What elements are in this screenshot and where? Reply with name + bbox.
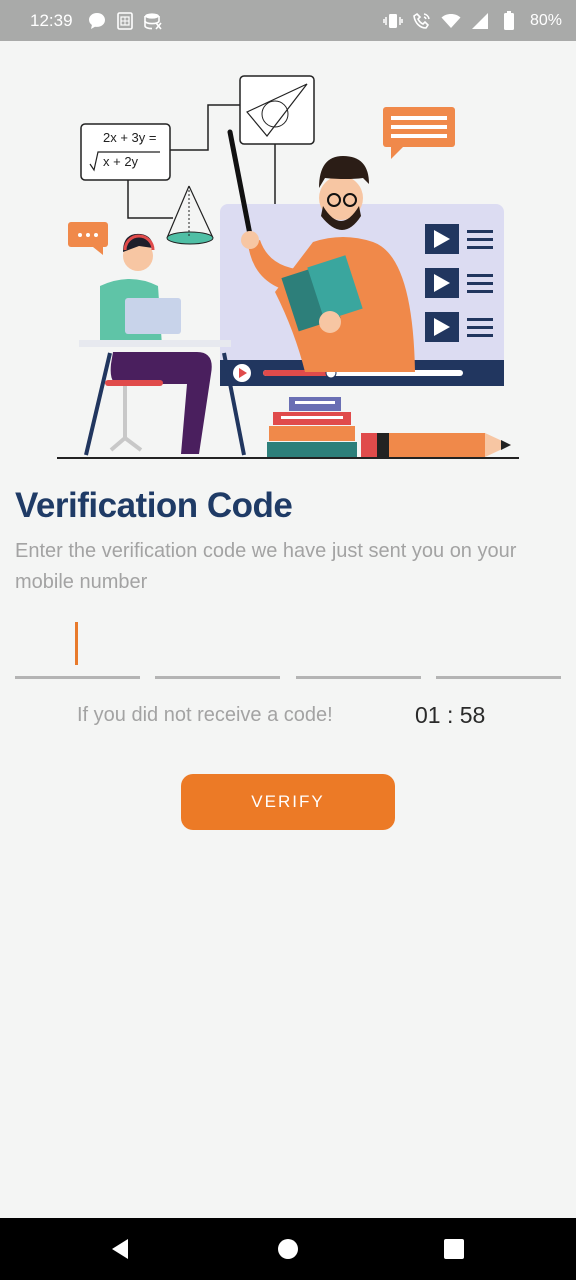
vibrate-icon	[383, 11, 403, 31]
status-time: 12:39	[30, 10, 73, 30]
chat-bubble-icon	[87, 11, 107, 31]
status-notification-icons	[87, 11, 163, 31]
student-figure	[79, 233, 246, 456]
resend-code-text[interactable]: If you did not receive a code!	[77, 704, 333, 727]
page-subtitle: Enter the verification code we have just…	[15, 540, 517, 593]
system-navigation-bar	[0, 1218, 576, 1280]
back-icon	[112, 1239, 128, 1259]
otp-input-row	[15, 612, 562, 679]
books-stack	[267, 397, 357, 458]
back-button[interactable]	[80, 1218, 160, 1280]
text-cursor	[75, 622, 78, 665]
home-icon	[278, 1239, 298, 1259]
cone-figure	[166, 185, 214, 245]
page-title: Verification Code	[15, 486, 293, 525]
otp-digit-3-field[interactable]	[296, 612, 421, 679]
hero-illustration: 2x + 3y = x + 2y	[55, 70, 525, 465]
speech-bubble-right	[383, 107, 455, 159]
verify-button[interactable]: VERIFY	[181, 774, 395, 830]
wifi-calling-icon	[412, 11, 432, 31]
status-bar: 12:39 80%	[0, 0, 576, 41]
recents-button[interactable]	[414, 1218, 494, 1280]
recents-icon	[444, 1239, 464, 1259]
otp-digit-1-field[interactable]	[15, 612, 140, 679]
pencil	[361, 433, 511, 457]
equation-line-1: 2x + 3y =	[103, 130, 156, 145]
status-system-icons: 80%	[383, 10, 562, 31]
data-saver-icon	[143, 11, 163, 31]
equation-line-2: x + 2y	[103, 154, 139, 169]
battery-percentage: 80%	[529, 11, 562, 29]
otp-digit-4-field[interactable]	[436, 612, 561, 679]
equation-card: 2x + 3y = x + 2y	[80, 123, 171, 181]
wifi-icon	[441, 11, 461, 31]
sim-card-icon	[115, 11, 135, 31]
geometry-card	[239, 75, 315, 145]
otp-digit-2-field[interactable]	[155, 612, 280, 679]
cell-signal-icon	[470, 11, 490, 31]
home-button[interactable]	[248, 1218, 328, 1280]
countdown-timer: 01 : 58	[415, 702, 486, 728]
battery-icon	[499, 10, 519, 31]
speech-bubble-left	[68, 222, 108, 255]
